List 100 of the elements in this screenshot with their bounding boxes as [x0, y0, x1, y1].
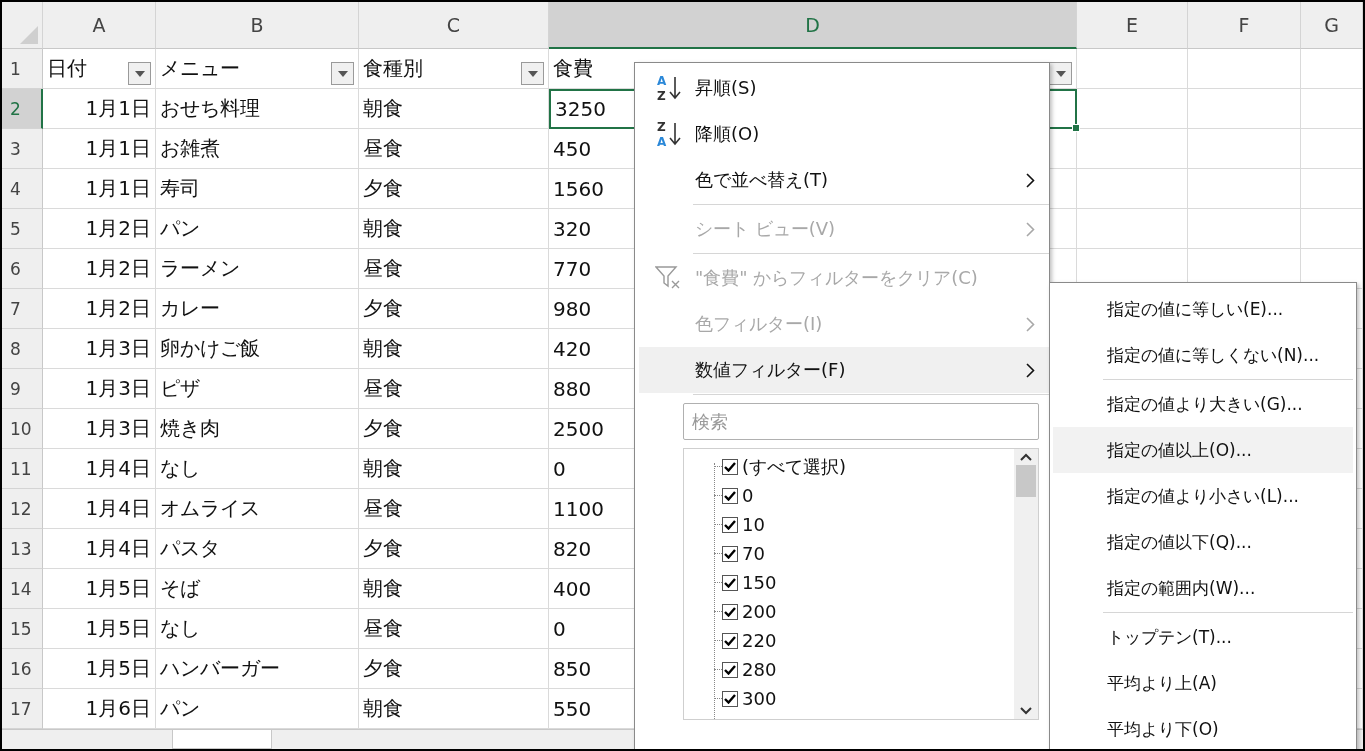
caret-icon [337, 70, 348, 77]
menu-item[interactable]: 指定の値以上(O)... [1053, 427, 1353, 473]
table-cell: ピザ [156, 369, 359, 409]
chevron-right-icon [1026, 172, 1035, 188]
empty-cell [1301, 89, 1363, 129]
table-cell: 卵かけご飯 [156, 329, 359, 369]
table-cell: 夕食 [359, 649, 549, 689]
chevron-up-icon[interactable] [1020, 453, 1032, 461]
table-cell: 朝食 [359, 569, 549, 609]
checkbox[interactable] [722, 487, 738, 504]
scrollbar[interactable] [1014, 449, 1038, 719]
table-cell: 1月5日 [43, 649, 156, 689]
row-header[interactable]: 13 [2, 529, 43, 569]
table-cell: 昼食 [359, 369, 549, 409]
row-header[interactable]: 15 [2, 609, 43, 649]
table-cell: 1月2日 [43, 249, 156, 289]
table-cell: なし [156, 449, 359, 489]
table-cell: 昼食 [359, 489, 549, 529]
table-cell: ラーメン [156, 249, 359, 289]
row-header[interactable]: 2 [2, 89, 43, 129]
filter-dropdown-button[interactable] [331, 62, 354, 85]
filter-dropdown-button[interactable] [1049, 62, 1072, 85]
caret-icon [527, 70, 538, 77]
row-header[interactable]: 3 [2, 129, 43, 169]
checkbox-label[interactable]: 220 [742, 630, 777, 651]
row-header[interactable]: 1 [2, 49, 43, 89]
menu-item[interactable]: 数値フィルター(F) [639, 347, 1049, 393]
row-header[interactable]: 16 [2, 649, 43, 689]
column-header[interactable]: E [1077, 2, 1188, 49]
row-header[interactable]: 5 [2, 209, 43, 249]
fill-handle[interactable] [1072, 124, 1080, 132]
empty-cell [1301, 129, 1363, 169]
triangle-icon [20, 26, 38, 44]
checkbox[interactable] [722, 545, 738, 562]
chevron-down-icon[interactable] [1020, 707, 1032, 715]
table-cell: 夕食 [359, 529, 549, 569]
checkbox[interactable] [722, 458, 738, 475]
table-cell: カレー [156, 289, 359, 329]
search-field[interactable]: 検索 [683, 403, 1039, 440]
row-header[interactable]: 4 [2, 169, 43, 209]
row-header[interactable]: 7 [2, 289, 43, 329]
column-header[interactable]: A [43, 2, 156, 49]
row-header[interactable]: 10 [2, 409, 43, 449]
table-cell: パン [156, 209, 359, 249]
row-header[interactable]: 14 [2, 569, 43, 609]
row-header[interactable]: 11 [2, 449, 43, 489]
row-header[interactable]: 9 [2, 369, 43, 409]
checkbox-label[interactable]: (すべて選択) [742, 454, 847, 479]
chevron-right-icon [1026, 221, 1035, 237]
table-cell: 夕食 [359, 169, 549, 209]
checkbox[interactable] [722, 603, 738, 620]
filter-dropdown-button[interactable] [521, 62, 544, 85]
menu-item[interactable]: A Z 昇順(S) [639, 65, 1049, 111]
checkbox-label[interactable]: 280 [742, 659, 777, 680]
checkbox[interactable] [722, 632, 738, 649]
column-header[interactable]: C [359, 2, 549, 49]
table-cell: パスタ [156, 529, 359, 569]
checkbox-label[interactable]: 150 [742, 572, 777, 593]
table-cell: 朝食 [359, 449, 549, 489]
checkbox[interactable] [722, 690, 738, 707]
row-header[interactable]: 12 [2, 489, 43, 529]
checkbox[interactable] [722, 574, 738, 591]
column-header[interactable]: G [1301, 2, 1363, 49]
table-cell: 夕食 [359, 409, 549, 449]
checkbox[interactable] [722, 516, 738, 533]
chevron-right-icon [1026, 316, 1035, 332]
table-cell: 焼き肉 [156, 409, 359, 449]
caret-icon [1055, 70, 1066, 77]
checkbox-label[interactable]: 300 [742, 688, 777, 709]
table-header-cell: 食費 [553, 55, 593, 82]
row-header[interactable]: 8 [2, 329, 43, 369]
table-cell: そば [156, 569, 359, 609]
table-cell: 1月5日 [43, 569, 156, 609]
row-header[interactable]: 17 [2, 689, 43, 729]
empty-cell [1301, 49, 1363, 89]
filter-dropdown-button[interactable] [128, 62, 151, 85]
table-cell: 朝食 [359, 329, 549, 369]
column-header[interactable]: B [156, 2, 359, 49]
table-cell: オムライス [156, 489, 359, 529]
empty-cell [1301, 209, 1363, 249]
table-cell: 1月4日 [43, 489, 156, 529]
column-header[interactable]: D [549, 2, 1077, 49]
checkbox[interactable] [722, 661, 738, 678]
table-cell: 昼食 [359, 609, 549, 649]
caret-icon [134, 70, 145, 77]
table-header-cell: 日付 [47, 55, 87, 82]
table-cell: 1月1日 [43, 89, 156, 129]
row-header[interactable]: 6 [2, 249, 43, 289]
empty-cell [1301, 169, 1363, 209]
table-cell: 昼食 [359, 249, 549, 289]
scrollbar-thumb[interactable] [1016, 465, 1036, 497]
checkbox-label[interactable]: 70 [742, 543, 765, 564]
table-cell: 1月3日 [43, 329, 156, 369]
column-header[interactable]: F [1188, 2, 1301, 49]
table-cell: 昼食 [359, 129, 549, 169]
table-cell: ハンバーガー [156, 649, 359, 689]
table-header-cell: メニュー [160, 55, 240, 82]
chevron-right-icon [1026, 362, 1035, 378]
table-cell: 寿司 [156, 169, 359, 209]
table-cell: 夕食 [359, 289, 549, 329]
